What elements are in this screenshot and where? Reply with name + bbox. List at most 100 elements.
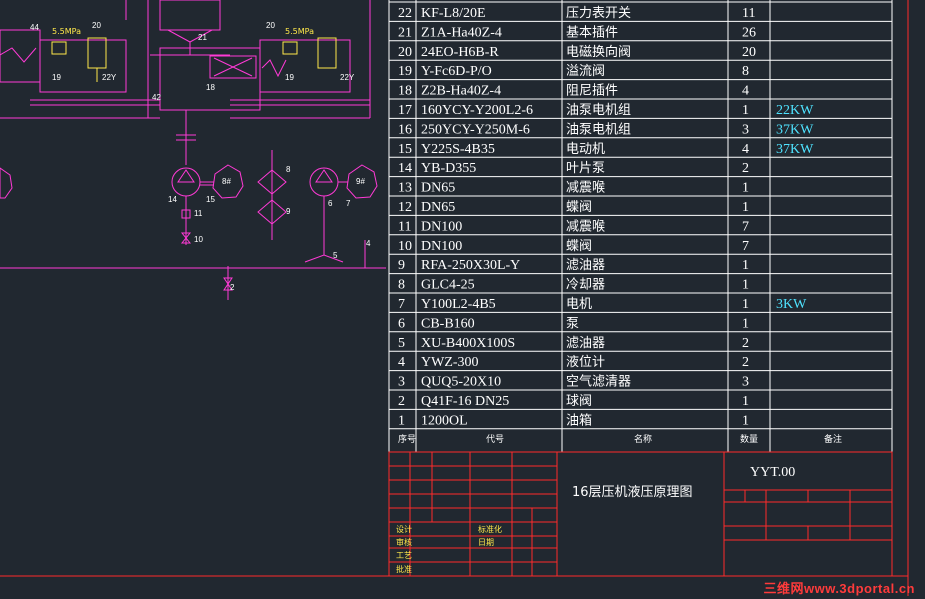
bom-cell-no: 16 [398,122,412,137]
bom-cell-no: 7 [398,297,405,312]
bom-cell-no: 22 [398,6,412,21]
bom-cell-no: 9 [398,258,405,273]
bom-cell-code: Y225S-4B35 [421,142,495,157]
bom-cell-no: 2 [398,394,405,409]
bom-cell-code: RFA-250X30L-Y [421,258,520,273]
bom-cell-no: 10 [398,239,412,254]
label-4: 4 [366,239,371,248]
label-20-left: 20 [92,21,101,30]
bom-cell-code: Z1A-Ha40Z-4 [421,25,502,40]
label-19-right: 19 [285,73,294,82]
bom-cell-code: 160YCY-Y200L2-6 [421,103,533,118]
left-spring-symbol [0,47,37,63]
bom-cell-name: 空气滤清器 [566,374,631,390]
label-22y-right: 22Y [340,73,355,82]
watermark: 三维网www.3dportal.cn [763,581,915,596]
bom-cell-qty: 20 [742,45,756,60]
bom-cell-qty: 1 [742,103,749,118]
bom-cell-no: 17 [398,103,412,118]
pressure-right: 5.5MPa [285,27,314,36]
label-approve: 批准 [396,564,412,574]
label-10: 10 [194,235,203,244]
bom-cell-code: QUQ5-20X10 [421,375,501,390]
label-18: 18 [206,83,215,92]
bom-cell-code: Y-Fc6D-P/O [421,64,492,79]
bom-cell-qty: 4 [742,84,749,99]
label-7: 7 [346,199,351,208]
bom-cell-qty: 1 [742,413,749,428]
label-6: 6 [328,199,333,208]
header-note: 备注 [824,433,842,445]
bom-cell-note: 37KW [776,142,814,157]
schematic-labels: 44 20 5.5MPa 19 22Y 21 18 42 20 5.5MPa 1… [30,21,371,292]
bom-cell-code: 24EO-H6B-R [421,45,499,60]
bom-cell-code: YWZ-300 [421,355,479,370]
center-cartridge-block [159,0,221,31]
bom-cell-note: 37KW [776,122,814,137]
bom-cell-qty: 1 [742,297,749,312]
bom-cell-qty: 1 [742,200,749,215]
bom-cell-no: 1 [398,413,405,428]
label-15: 15 [206,195,215,204]
bom-cell-no: 14 [398,161,412,176]
header-name: 名称 [634,433,652,445]
bom-cell-no: 11 [398,219,411,234]
bom-cell-name: 泵 [566,316,579,331]
header-no: 序号 [398,433,416,445]
mark-9: 9# [356,177,365,186]
bom-cell-qty: 4 [742,142,749,157]
bom-cell-name: 油泵电机组 [566,122,631,137]
label-review: 审核 [396,537,412,547]
bom-cell-code: XU-B400X100S [421,336,515,351]
header-qty: 数量 [740,433,758,445]
left-relief-valve [87,37,107,69]
bom-header-row: 序号 代号 名称 数量 备注 [398,433,842,445]
label-9: 9 [286,207,291,216]
title-block-text: 16层压机液压原理图 YYT.00 设计 审核 工艺 批准 标准化 日期 [396,465,795,574]
label-2: 2 [230,283,235,292]
bom-cell-name: 蝶阀 [566,200,592,215]
label-44: 44 [30,23,39,32]
bom-cell-code: GLC4-25 [421,278,475,293]
bom-cell-code: DN65 [421,200,455,215]
drawing-title: 16层压机液压原理图 [572,485,693,500]
bom-cell-code: DN100 [421,239,462,254]
cad-drawing: 44 20 5.5MPa 19 22Y 21 18 42 20 5.5MPa 1… [0,0,909,596]
header-code: 代号 [486,434,504,445]
bom-cell-name: 油箱 [566,412,592,428]
bom-cell-code: 250YCY-Y250M-6 [421,122,530,137]
bom-cell-name: 冷却器 [566,278,605,293]
bom-cell-name: 减震喉 [566,181,605,196]
bom-cell-name: 电磁换向阀 [566,44,631,60]
bom-cell-name: 电动机 [566,142,605,157]
bom-cell-name: 溢流阀 [566,64,605,79]
hydraulic-schematic [0,0,386,300]
bom-cell-qty: 11 [742,6,755,21]
bom-cell-name: 压力表开关 [566,6,631,21]
label-42: 42 [152,93,161,102]
bom-cell-code: YB-D355 [421,161,476,176]
label-20-right: 20 [266,21,275,30]
bom-cell-qty: 1 [742,181,749,196]
bom-cell-name: 滤油器 [566,258,605,273]
right-pressure-gauge [282,41,298,55]
bom-cell-no: 21 [398,25,412,40]
right-relief-valve [317,37,337,69]
bom-cell-code: Z2B-Ha40Z-4 [421,84,501,99]
pressure-left: 5.5MPa [52,27,81,36]
bom-cell-name: 基本插件 [566,25,618,40]
bom-cell-qty: 3 [742,122,749,137]
mark-8: 8# [222,177,231,186]
bom-cell-name: 滤油器 [566,336,605,351]
label-21: 21 [198,33,207,42]
label-19-left: 19 [52,73,61,82]
bom-cell-name: 电机 [566,297,592,312]
bom-cell-code: 1200OL [421,413,468,428]
bom-cell-qty: 1 [742,316,749,331]
bom-cell-code: DN65 [421,181,455,196]
left-valve-block [0,29,41,83]
bom-cell-name: 球阀 [566,394,592,409]
bom-cell-no: 18 [398,84,412,99]
drawing-code: YYT.00 [750,465,795,480]
label-8: 8 [286,165,291,174]
